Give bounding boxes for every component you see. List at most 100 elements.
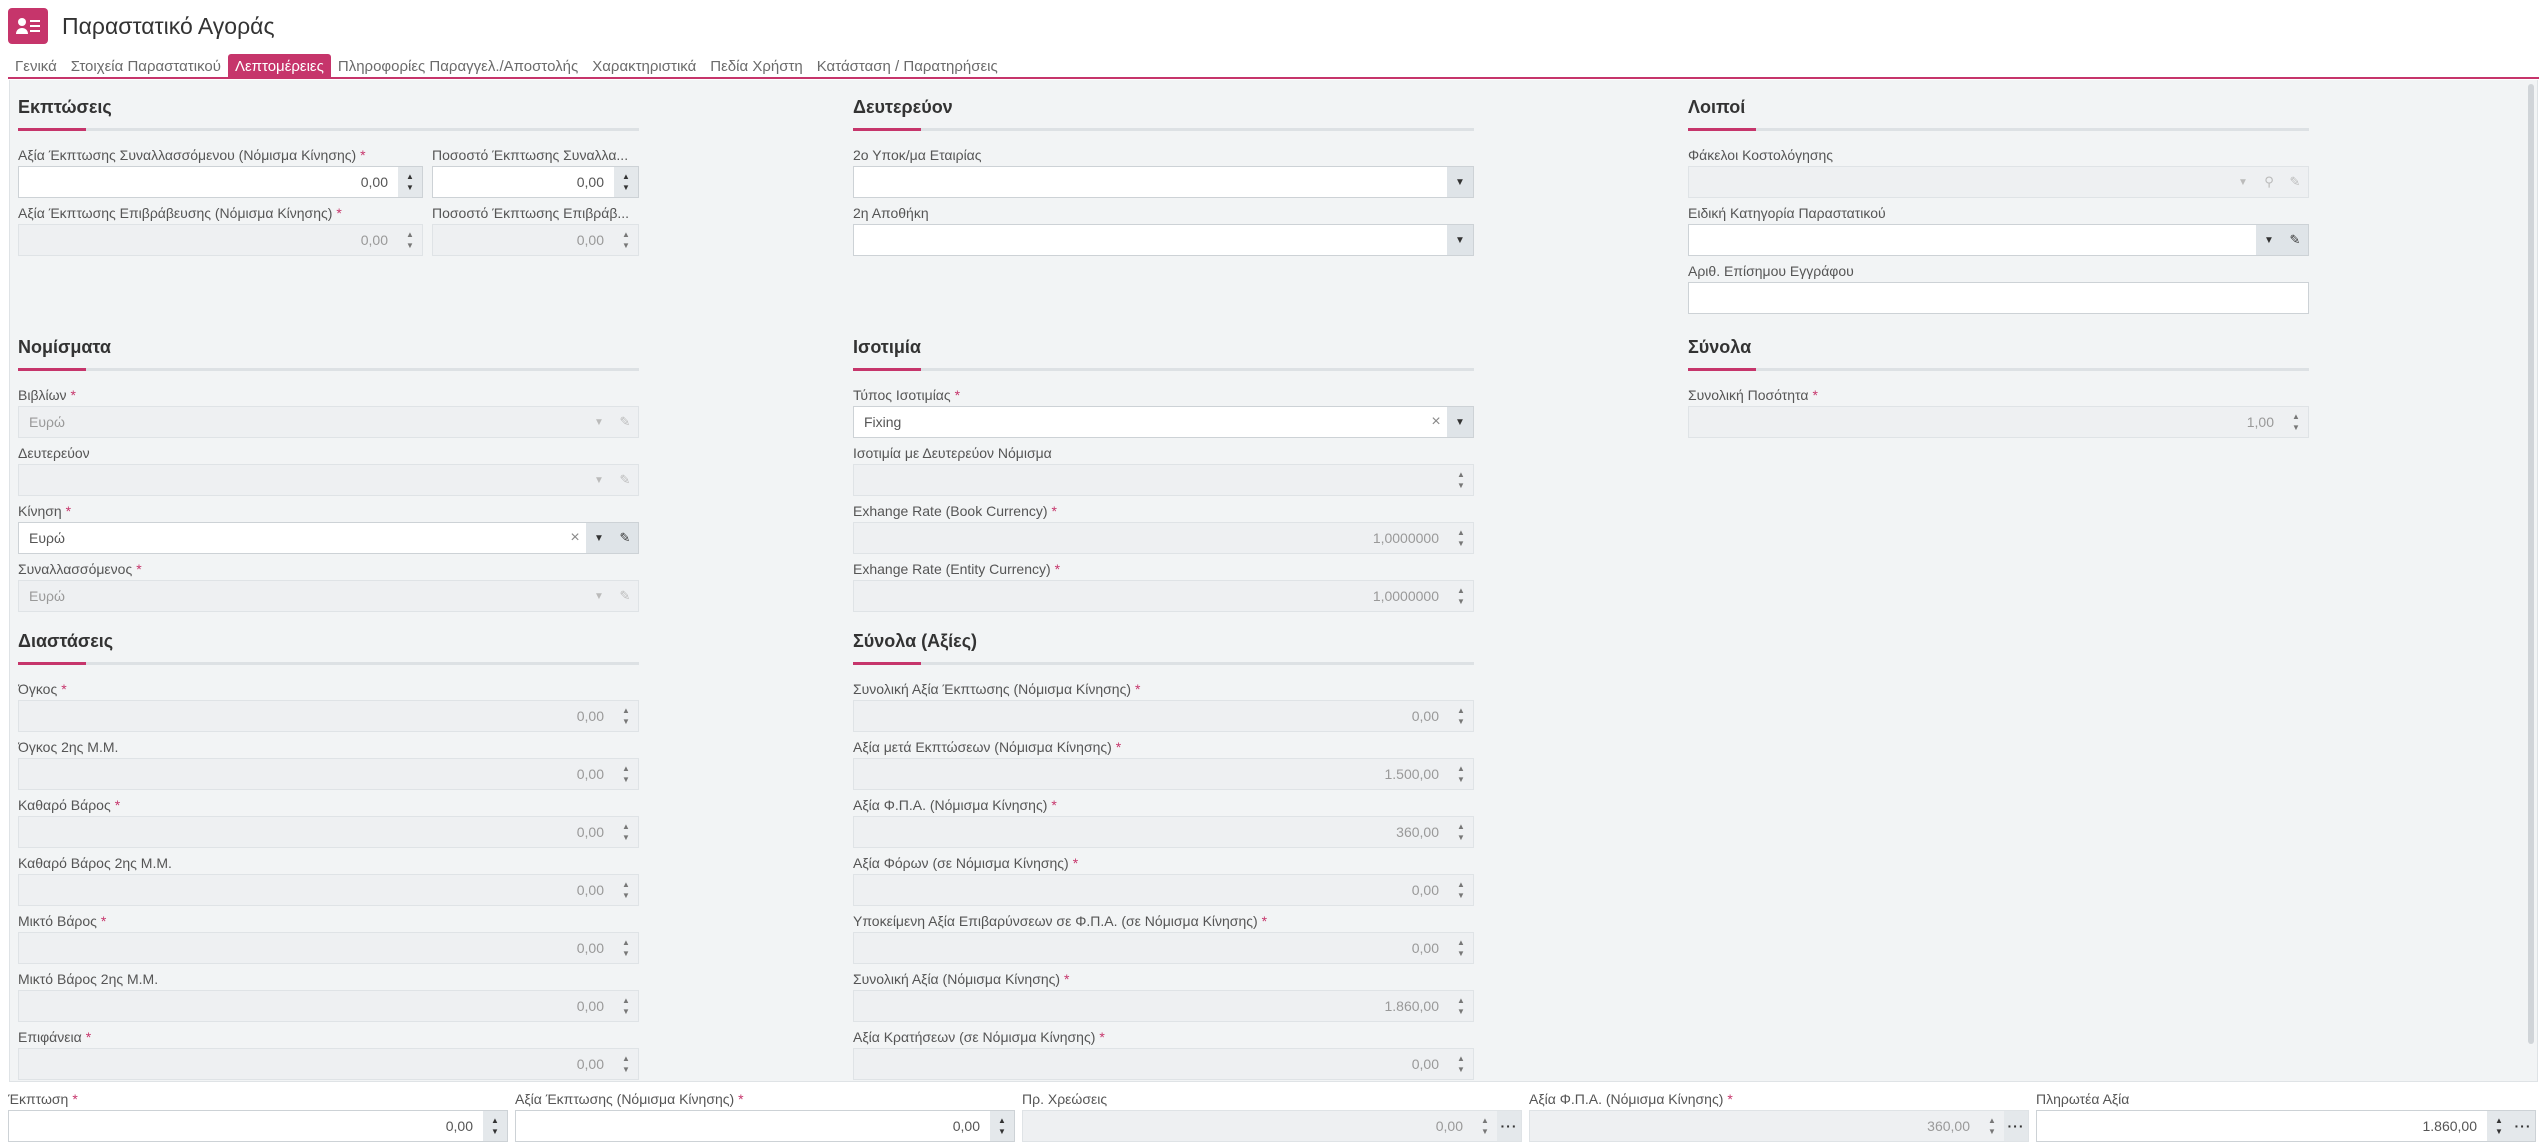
vat-value-input[interactable]: 360,00 ▲ ▼ xyxy=(853,816,1474,848)
extra-charges-input[interactable]: 0,00 ▲ ▼ ··· xyxy=(1022,1110,1522,1142)
stepper-icon[interactable]: ▲ ▼ xyxy=(614,933,638,963)
net-weight-input[interactable]: 0,00 ▲ ▼ xyxy=(18,816,639,848)
costing-folders-select[interactable]: ▼ ⚲ ✎ xyxy=(1688,166,2309,198)
second-branch-select[interactable]: ▼ xyxy=(853,166,1474,198)
stepper-icon[interactable]: ▲ ▼ xyxy=(614,167,638,197)
footer-field-vat-value: Αξία Φ.Π.Α. (Νόμισμα Κίνησης) * 360,00 ▲ ▼ ·… xyxy=(1529,1090,2029,1142)
secondary-parity-input[interactable]: ▲ ▼ xyxy=(853,464,1474,496)
total-quantity-input[interactable]: 1,00 ▲ ▼ xyxy=(1688,406,2309,438)
trader-currency-select[interactable]: Ευρώ ▼ ✎ xyxy=(18,580,639,612)
gross-weight-input[interactable]: 0,00 ▲ ▼ xyxy=(18,932,639,964)
movement-currency-select[interactable]: Ευρώ × ▼ ✎ xyxy=(18,522,639,554)
parity-type-select[interactable]: Fixing × ▼ xyxy=(853,406,1474,438)
book-exchange-rate-input[interactable]: 1,0000000 ▲ ▼ xyxy=(853,522,1474,554)
stepper-icon[interactable]: ▲ ▼ xyxy=(614,1049,638,1079)
tab-status-notes[interactable]: Κατάσταση / Παρατηρήσεις xyxy=(810,54,1005,78)
net-weight-2nd-uom-input[interactable]: 0,00 ▲ ▼ xyxy=(18,874,639,906)
clear-icon[interactable]: × xyxy=(564,523,586,553)
tab-general[interactable]: Γενικά xyxy=(8,54,64,78)
chevron-down-icon[interactable]: ▼ xyxy=(586,523,612,553)
customer-discount-value-input[interactable]: 0,00 ▲ ▼ xyxy=(18,166,423,198)
discount-value-input[interactable]: 0,00 ▲ ▼ xyxy=(515,1110,1015,1142)
official-doc-number-input[interactable] xyxy=(1688,282,2309,314)
entity-exchange-rate-input[interactable]: 1,0000000 ▲ ▼ xyxy=(853,580,1474,612)
tab-details[interactable]: Λεπτομέρειες xyxy=(227,54,331,78)
chevron-down-icon[interactable]: ▼ xyxy=(1447,407,1473,437)
stepper-icon[interactable]: ▲ ▼ xyxy=(1449,1049,1473,1079)
stepper-icon[interactable]: ▲ ▼ xyxy=(1449,875,1473,905)
scrollbar[interactable] xyxy=(2525,80,2537,1081)
volume-input[interactable]: 0,00 ▲ ▼ xyxy=(18,700,639,732)
stepper-icon[interactable]: ▲ ▼ xyxy=(398,167,422,197)
footer-vat-value-input[interactable]: 360,00 ▲ ▼ ··· xyxy=(1529,1110,2029,1142)
edit-icon[interactable]: ✎ xyxy=(612,407,638,437)
reward-discount-pct-input[interactable]: 0,00 ▲ ▼ xyxy=(432,224,639,256)
more-options-icon[interactable]: ··· xyxy=(2511,1111,2535,1141)
payable-value-input[interactable]: 1.860,00 ▲ ▼ ··· xyxy=(2036,1110,2536,1142)
more-options-icon[interactable]: ··· xyxy=(1497,1111,1521,1141)
stepper-icon[interactable]: ▲ ▼ xyxy=(2284,407,2308,437)
secondary-currency-select[interactable]: ▼ ✎ xyxy=(18,464,639,496)
search-icon[interactable]: ⚲ xyxy=(2256,167,2282,197)
total-value-input[interactable]: 1.860,00 ▲ ▼ xyxy=(853,990,1474,1022)
second-warehouse-select[interactable]: ▼ xyxy=(853,224,1474,256)
stepper-icon[interactable]: ▲ ▼ xyxy=(1449,701,1473,731)
edit-icon[interactable]: ✎ xyxy=(2282,225,2308,255)
stepper-icon[interactable]: ▲ ▼ xyxy=(1449,523,1473,553)
tab-document-info[interactable]: Στοιχεία Παραστατικού xyxy=(64,54,228,78)
edit-icon[interactable]: ✎ xyxy=(612,523,638,553)
page-title: Παραστατικό Αγοράς xyxy=(62,12,275,39)
stepper-icon[interactable]: ▲ ▼ xyxy=(1449,991,1473,1021)
edit-icon[interactable]: ✎ xyxy=(612,465,638,495)
customer-discount-pct-input[interactable]: 0,00 ▲ ▼ xyxy=(432,166,639,198)
chevron-down-icon[interactable]: ▼ xyxy=(2230,167,2256,197)
discount-input[interactable]: 0,00 ▲ ▼ xyxy=(8,1110,508,1142)
field-entity-exchange-rate: Exhange Rate (Entity Currency) * 1,000000… xyxy=(853,560,1474,612)
book-currency-select[interactable]: Ευρώ ▼ ✎ xyxy=(18,406,639,438)
total-discount-value-input[interactable]: 0,00 ▲ ▼ xyxy=(853,700,1474,732)
stepper-icon[interactable]: ▲ ▼ xyxy=(1449,465,1473,495)
gross-weight-2nd-uom-input[interactable]: 0,00 ▲ ▼ xyxy=(18,990,639,1022)
stepper-icon[interactable]: ▲ ▼ xyxy=(614,759,638,789)
stepper-icon[interactable]: ▲ ▼ xyxy=(614,225,638,255)
edit-icon[interactable]: ✎ xyxy=(2282,167,2308,197)
stepper-icon[interactable]: ▲ ▼ xyxy=(1449,581,1473,611)
stepper-icon[interactable]: ▲ ▼ xyxy=(483,1111,507,1141)
field-withholdings-value: Αξία Κρατήσεων (σε Νόμισμα Κίνησης) * 0,0… xyxy=(853,1028,1474,1080)
withholdings-value-input[interactable]: 0,00 ▲ ▼ xyxy=(853,1048,1474,1080)
volume-2nd-uom-input[interactable]: 0,00 ▲ ▼ xyxy=(18,758,639,790)
stepper-icon[interactable]: ▲ ▼ xyxy=(1449,933,1473,963)
stepper-icon[interactable]: ▲ ▼ xyxy=(614,701,638,731)
edit-icon[interactable]: ✎ xyxy=(612,581,638,611)
stepper-icon[interactable]: ▲ ▼ xyxy=(1980,1111,2004,1141)
scrollbar-thumb[interactable] xyxy=(2528,84,2534,1044)
clear-icon[interactable]: × xyxy=(1425,407,1447,437)
chevron-down-icon[interactable]: ▼ xyxy=(586,407,612,437)
value-after-discounts-input[interactable]: 1.500,00 ▲ ▼ xyxy=(853,758,1474,790)
taxes-value-input[interactable]: 0,00 ▲ ▼ xyxy=(853,874,1474,906)
stepper-icon[interactable]: ▲ ▼ xyxy=(1449,817,1473,847)
chevron-down-icon[interactable]: ▼ xyxy=(2256,225,2282,255)
field-reward-discount-value: Αξία Έκπτωσης Επιβράβευσης (Νόμισμα Κίνη… xyxy=(18,204,423,256)
stepper-icon[interactable]: ▲ ▼ xyxy=(398,225,422,255)
chevron-down-icon[interactable]: ▼ xyxy=(1447,225,1473,255)
stepper-icon[interactable]: ▲ ▼ xyxy=(614,817,638,847)
tab-order-shipping[interactable]: Πληροφορίες Παραγγελ./Αποστολής xyxy=(331,54,585,78)
tab-user-fields[interactable]: Πεδία Χρήστη xyxy=(703,54,809,78)
stepper-icon[interactable]: ▲ ▼ xyxy=(2487,1111,2511,1141)
stepper-icon[interactable]: ▲ ▼ xyxy=(614,875,638,905)
reward-discount-value-input[interactable]: 0,00 ▲ ▼ xyxy=(18,224,423,256)
surface-input[interactable]: 0,00 ▲ ▼ xyxy=(18,1048,639,1080)
special-doc-category-select[interactable]: ▼ ✎ xyxy=(1688,224,2309,256)
chevron-down-icon[interactable]: ▼ xyxy=(586,581,612,611)
stepper-icon[interactable]: ▲ ▼ xyxy=(614,991,638,1021)
charges-vat-base-input[interactable]: 0,00 ▲ ▼ xyxy=(853,932,1474,964)
field-book-currency: Βιβλίων * Ευρώ ▼ ✎ xyxy=(18,386,639,438)
stepper-icon[interactable]: ▲ ▼ xyxy=(1449,759,1473,789)
more-options-icon[interactable]: ··· xyxy=(2004,1111,2028,1141)
stepper-icon[interactable]: ▲ ▼ xyxy=(1473,1111,1497,1141)
stepper-icon[interactable]: ▲ ▼ xyxy=(990,1111,1014,1141)
chevron-down-icon[interactable]: ▼ xyxy=(586,465,612,495)
chevron-down-icon[interactable]: ▼ xyxy=(1447,167,1473,197)
tab-attributes[interactable]: Χαρακτηριστικά xyxy=(585,54,703,78)
